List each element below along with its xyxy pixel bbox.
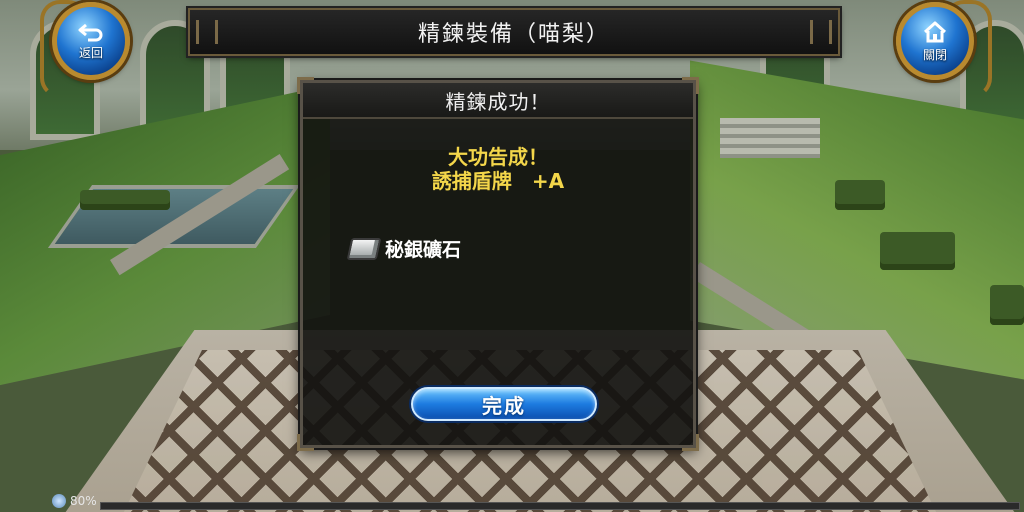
header-bar: 精鍊裝備（喵梨） (188, 8, 840, 56)
hedge (80, 190, 170, 210)
garden-stairs (720, 118, 820, 158)
dialog-header: 精鍊成功！ (303, 83, 693, 119)
dialog-corner (297, 434, 314, 451)
hedge (835, 180, 885, 210)
close-button-label: 關閉 (922, 47, 947, 62)
battery-status: 80% (52, 494, 97, 508)
battery-icon (52, 494, 66, 508)
back-button[interactable]: 返回 (52, 2, 130, 80)
xp-bar (100, 502, 1020, 510)
done-button-label: 完成 (482, 393, 526, 418)
battery-text: 80% (70, 494, 97, 508)
home-icon (923, 21, 947, 42)
back-button-label: 返回 (78, 45, 103, 60)
close-button[interactable]: 關閉 (896, 2, 974, 80)
hedge (880, 232, 955, 270)
hedge (990, 285, 1024, 325)
done-button[interactable]: 完成 (411, 387, 597, 421)
material-name: 秘銀礦石 (385, 239, 462, 261)
return-arrow-icon (78, 23, 103, 41)
ore-icon (346, 237, 382, 260)
dialog-corner (682, 434, 699, 451)
page-title: 精鍊裝備（喵梨） (417, 22, 610, 47)
refine-result-dialog: 精鍊成功！ 大功告成！ 誘捕盾牌 +A 秘銀礦石 完成 (297, 77, 699, 451)
dialog-title: 精鍊成功！ (445, 89, 551, 114)
item-result: 誘捕盾牌 +A (431, 169, 565, 193)
material-entry: 秘銀礦石 (346, 235, 462, 262)
